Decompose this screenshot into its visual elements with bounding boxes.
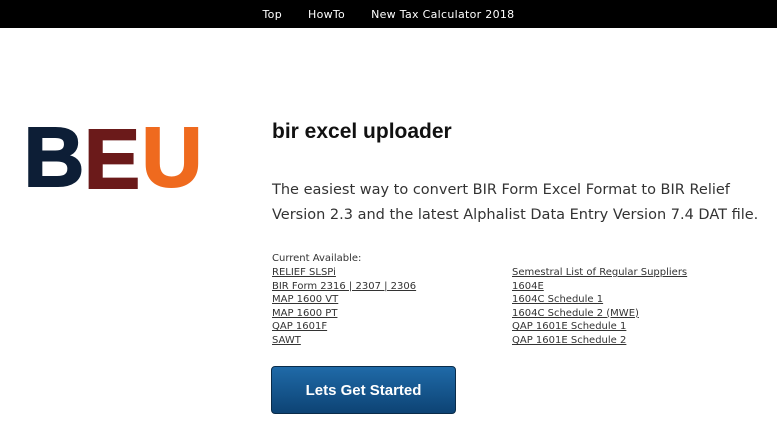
list-item: QAP 1601E Schedule 2 xyxy=(512,334,687,348)
list-item: SAWT xyxy=(272,334,416,348)
form-link-map-1600-vt[interactable]: MAP 1600 VT xyxy=(272,294,338,305)
list-item: BIR Form 2316 | 2307 | 2306 xyxy=(272,280,416,294)
page-title: bir excel uploader xyxy=(272,120,452,143)
top-nav: Top HowTo New Tax Calculator 2018 xyxy=(0,0,777,28)
get-started-button[interactable]: Lets Get Started xyxy=(271,366,456,414)
list-item: 1604C Schedule 2 (MWE) xyxy=(512,307,687,321)
list-item: MAP 1600 VT xyxy=(272,293,416,307)
form-link-1604c-schedule-2[interactable]: 1604C Schedule 2 (MWE) xyxy=(512,308,639,319)
tagline: The easiest way to convert BIR Form Exce… xyxy=(272,182,759,223)
form-link-1604c-schedule-1[interactable]: 1604C Schedule 1 xyxy=(512,294,603,305)
beu-logo: B B E E U U xyxy=(24,108,205,194)
form-link-semestral-list[interactable]: Semestral List of Regular Suppliers xyxy=(512,267,687,278)
nav-link-top[interactable]: Top xyxy=(263,8,282,21)
form-link-qap-1601e-schedule-2[interactable]: QAP 1601E Schedule 2 xyxy=(512,335,626,346)
form-link-map-1600-pt[interactable]: MAP 1600 PT xyxy=(272,308,337,319)
nav-link-howto[interactable]: HowTo xyxy=(308,8,345,21)
list-item: QAP 1601F xyxy=(272,320,416,334)
form-link-1604e[interactable]: 1604E xyxy=(512,281,544,292)
available-forms-left: RELIEF SLSPi BIR Form 2316 | 2307 | 2306… xyxy=(272,266,416,348)
list-item: QAP 1601E Schedule 1 xyxy=(512,320,687,334)
form-link-sawt[interactable]: SAWT xyxy=(272,335,301,346)
form-link-qap-1601f[interactable]: QAP 1601F xyxy=(272,321,327,332)
list-item: 1604C Schedule 1 xyxy=(512,293,687,307)
available-forms-right: Semestral List of Regular Suppliers 1604… xyxy=(512,266,687,348)
logo-letter-b-outline: B xyxy=(24,110,84,194)
list-item: Semestral List of Regular Suppliers xyxy=(512,266,687,280)
list-item: RELIEF SLSPi xyxy=(272,266,416,280)
current-available-label: Current Available: xyxy=(272,253,362,264)
list-item: 1604E xyxy=(512,280,687,294)
logo-letter-e-outline: E xyxy=(84,112,140,194)
logo-letter-u-outline: U xyxy=(142,110,203,194)
form-link-bir-2316[interactable]: BIR Form 2316 | 2307 | 2306 xyxy=(272,281,416,292)
nav-link-tax-calculator[interactable]: New Tax Calculator 2018 xyxy=(371,8,514,21)
form-link-qap-1601e-schedule-1[interactable]: QAP 1601E Schedule 1 xyxy=(512,321,626,332)
form-link-relief-slspi[interactable]: RELIEF SLSPi xyxy=(272,267,336,278)
list-item: MAP 1600 PT xyxy=(272,307,416,321)
